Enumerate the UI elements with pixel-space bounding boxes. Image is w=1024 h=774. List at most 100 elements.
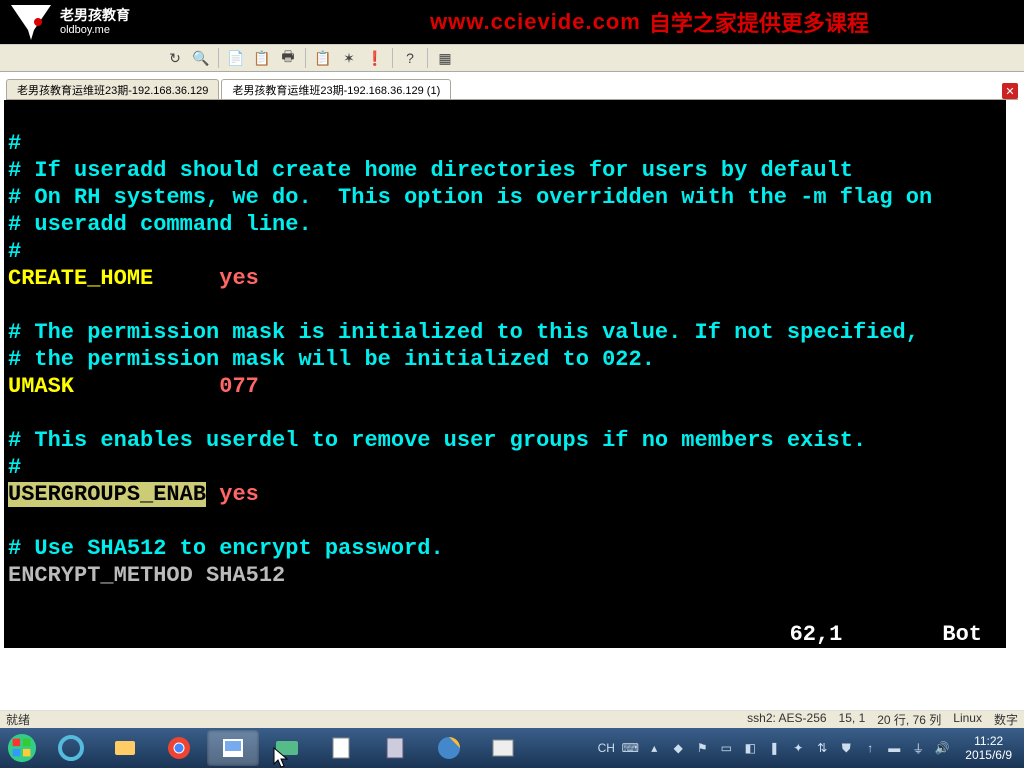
tray-flag-icon[interactable]: ⚑ <box>693 739 711 757</box>
terminal-text: UMASK <box>8 374 74 399</box>
terminal-line: # <box>8 238 1002 265</box>
tray-up-icon[interactable]: ↑ <box>861 739 879 757</box>
toolbar: ↻ 🔍 📄 📋 🖶 📋 ✶ ❗ ? ▦ <box>0 44 1024 72</box>
paste2-icon[interactable]: 📋 <box>314 49 332 67</box>
terminal-line: UMASK 077 <box>8 373 1002 400</box>
terminal-line: # This enables userdel to remove user gr… <box>8 427 1002 454</box>
terminal-text <box>8 509 21 534</box>
session-tab[interactable]: 老男孩教育运维班23期-192.168.36.129 (1) <box>221 79 451 99</box>
paste-icon[interactable]: 📋 <box>253 49 271 67</box>
tray-shield-icon[interactable]: ⛊ <box>837 739 855 757</box>
clock-time: 11:22 <box>965 734 1012 748</box>
tray-lang[interactable]: CH <box>597 739 615 757</box>
tray-usb-icon[interactable]: ❚ <box>765 739 783 757</box>
status-numlock: 数字 <box>994 711 1018 728</box>
terminal-line: # If useradd should create home director… <box>8 157 1002 184</box>
header-bar: 老男孩教育 oldboy.me www.ccievide.com 自学之家提供更… <box>0 0 1024 44</box>
start-button[interactable] <box>0 728 44 768</box>
copy-icon[interactable]: 📄 <box>227 49 245 67</box>
terminal-text: yes <box>219 266 259 291</box>
terminal-text: # The permission mask is initialized to … <box>8 320 919 345</box>
tray-chevron-up-icon[interactable]: ▴ <box>645 739 663 757</box>
status-term: Linux <box>953 711 982 728</box>
terminal-line: # Use SHA512 to encrypt password. <box>8 535 1002 562</box>
terminal-line: # The permission mask is initialized to … <box>8 319 1002 346</box>
terminal-line: ENCRYPT_METHOD SHA512 <box>8 562 1002 589</box>
terminal-text: ENCRYPT_METHOD SHA512 <box>8 563 285 588</box>
status-bar: 就绪 ssh2: AES-256 15, 1 20 行, 76 列 Linux … <box>0 710 1024 728</box>
status-ready: 就绪 <box>6 711 30 728</box>
terminal-text: # <box>8 131 21 156</box>
taskbar-app-calc[interactable] <box>369 730 421 766</box>
terminal-line: # useradd command line. <box>8 211 1002 238</box>
tray-monitor-icon[interactable]: ▭ <box>717 739 735 757</box>
session-tab[interactable]: 老男孩教育运维班23期-192.168.36.129 <box>6 79 219 99</box>
taskbar-clock[interactable]: 11:22 2015/6/9 <box>965 734 1012 763</box>
terminal-text: # Use SHA512 to encrypt password. <box>8 536 444 561</box>
terminal-text: # This enables userdel to remove user gr… <box>8 428 866 453</box>
close-icon[interactable]: ✕ <box>1002 83 1018 99</box>
terminal-text: # <box>8 455 21 480</box>
terminal-text <box>74 374 219 399</box>
taskbar-app-terminal[interactable] <box>477 730 529 766</box>
separator <box>218 48 219 68</box>
tray-keyboard-icon[interactable]: ⌨ <box>621 739 639 757</box>
terminal-text: USERGROUPS_ENAB <box>8 482 206 507</box>
vim-scroll-indicator: Bot <box>942 621 982 648</box>
separator <box>427 48 428 68</box>
tray-network-icon[interactable]: ⇅ <box>813 739 831 757</box>
taskbar: CH ⌨ ▴ ◆ ⚑ ▭ ◧ ❚ ✦ ⇅ ⛊ ↑ ▬ ⏚ 🔊 11:22 201… <box>0 728 1024 768</box>
terminal-text: # the permission mask will be initialize… <box>8 347 655 372</box>
tray-app-icon[interactable]: ◆ <box>669 739 687 757</box>
taskbar-app-securecrt[interactable] <box>207 730 259 766</box>
terminal-text: yes <box>219 482 259 507</box>
vim-status-line: 62,1 Bot <box>4 620 1006 648</box>
system-tray: CH ⌨ ▴ ◆ ⚑ ▭ ◧ ❚ ✦ ⇅ ⛊ ↑ ▬ ⏚ 🔊 11:22 201… <box>597 734 1024 763</box>
terminal-text: 077 <box>219 374 259 399</box>
separator <box>305 48 306 68</box>
terminal-text <box>153 266 219 291</box>
separator <box>392 48 393 68</box>
wrench-icon[interactable]: ✶ <box>340 49 358 67</box>
terminal[interactable]: ## If useradd should create home directo… <box>4 100 1006 648</box>
status-encryption: ssh2: AES-256 <box>747 711 826 728</box>
tray-light-icon[interactable]: ✦ <box>789 739 807 757</box>
terminal-line: # On RH systems, we do. This option is o… <box>8 184 1002 211</box>
help-icon[interactable]: ? <box>401 49 419 67</box>
terminal-line: # <box>8 454 1002 481</box>
tray-wifi-icon[interactable]: ⏚ <box>909 739 927 757</box>
logo: 老男孩教育 oldboy.me <box>0 2 130 42</box>
terminal-line: CREATE_HOME yes <box>8 265 1002 292</box>
settings-icon[interactable]: ▦ <box>436 49 454 67</box>
terminal-text: # On RH systems, we do. This option is o… <box>8 185 932 210</box>
terminal-text: # useradd command line. <box>8 212 312 237</box>
status-dims: 20 行, 76 列 <box>877 711 941 728</box>
terminal-line <box>8 292 1002 319</box>
header-url: www.ccievide.com <box>430 9 641 35</box>
terminal-line: # the permission mask will be initialize… <box>8 346 1002 373</box>
taskbar-app-notepad[interactable] <box>315 730 367 766</box>
terminal-text: # If useradd should create home director… <box>8 158 853 183</box>
terminal-line: # <box>8 130 1002 157</box>
print-icon[interactable]: 🖶 <box>279 49 297 67</box>
terminal-text: # <box>8 239 21 264</box>
tray-battery-icon[interactable]: ▬ <box>885 739 903 757</box>
header-cn: 自学之家提供更多课程 <box>649 6 869 38</box>
taskbar-app-explorer[interactable] <box>99 730 151 766</box>
taskbar-app-ie[interactable] <box>45 730 97 766</box>
tray-volume-icon[interactable]: 🔊 <box>933 739 951 757</box>
terminal-text <box>8 293 21 318</box>
tray-app-icon[interactable]: ◧ <box>741 739 759 757</box>
taskbar-app-chrome[interactable] <box>153 730 205 766</box>
taskbar-app-vm[interactable] <box>261 730 313 766</box>
vim-cursor-pos: 62,1 <box>790 621 843 648</box>
logo-mark-icon <box>6 2 56 42</box>
clock-date: 2015/6/9 <box>965 748 1012 762</box>
refresh-icon[interactable]: ↻ <box>166 49 184 67</box>
key-icon[interactable]: ❗ <box>366 49 384 67</box>
search-icon[interactable]: 🔍 <box>192 49 210 67</box>
taskbar-app-browser[interactable] <box>423 730 475 766</box>
tab-label: 老男孩教育运维班23期-192.168.36.129 <box>17 82 208 98</box>
terminal-line <box>8 508 1002 535</box>
terminal-text <box>8 401 21 426</box>
